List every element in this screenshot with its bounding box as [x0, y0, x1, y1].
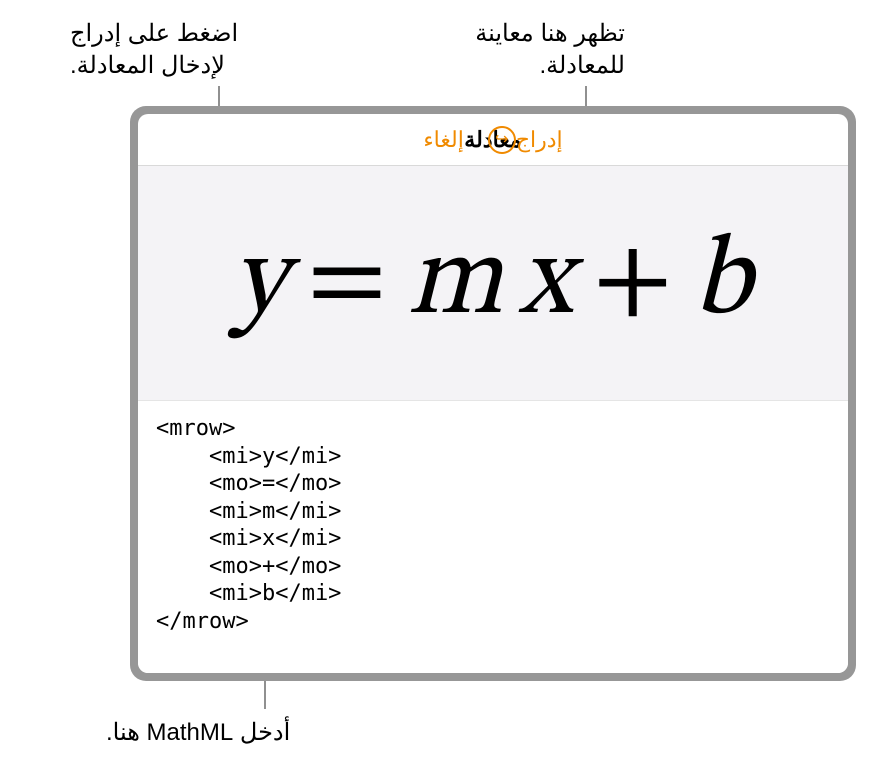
undo-icon[interactable]: ↪	[488, 126, 516, 154]
mathml-input[interactable]: <mrow> <mi>y</mi> <mo>=</mo> <mi>m</mi> …	[138, 401, 848, 673]
eq-op-equals: =	[289, 227, 408, 339]
equation-panel: إدراج معادلة ↪ إلغاء y=mx+b <mrow> <mi>y…	[138, 114, 848, 673]
eq-var-x: x	[519, 227, 575, 339]
equation-rendered: y=mx+b	[233, 213, 754, 353]
equation-preview: y=mx+b	[138, 166, 848, 401]
eq-var-m: m	[407, 227, 504, 339]
eq-op-plus: +	[574, 227, 693, 339]
callout-insert-label: اضغط على إدراج لإدخال المعادلة.	[70, 18, 300, 83]
callout-preview-label: تظهر هنا معاينة للمعادلة.	[375, 18, 625, 83]
eq-var-y: y	[233, 227, 289, 339]
insert-button[interactable]: إدراج	[516, 127, 563, 153]
panel-header: إدراج معادلة ↪ إلغاء	[138, 114, 848, 166]
eq-var-b: b	[693, 227, 753, 339]
cancel-button[interactable]: إلغاء	[423, 127, 463, 153]
header-right-group: ↪ إلغاء	[423, 126, 515, 154]
equation-panel-frame: إدراج معادلة ↪ إلغاء y=mx+b <mrow> <mi>y…	[130, 106, 856, 681]
callout-enter-label: أدخل MathML هنا.	[106, 717, 366, 749]
